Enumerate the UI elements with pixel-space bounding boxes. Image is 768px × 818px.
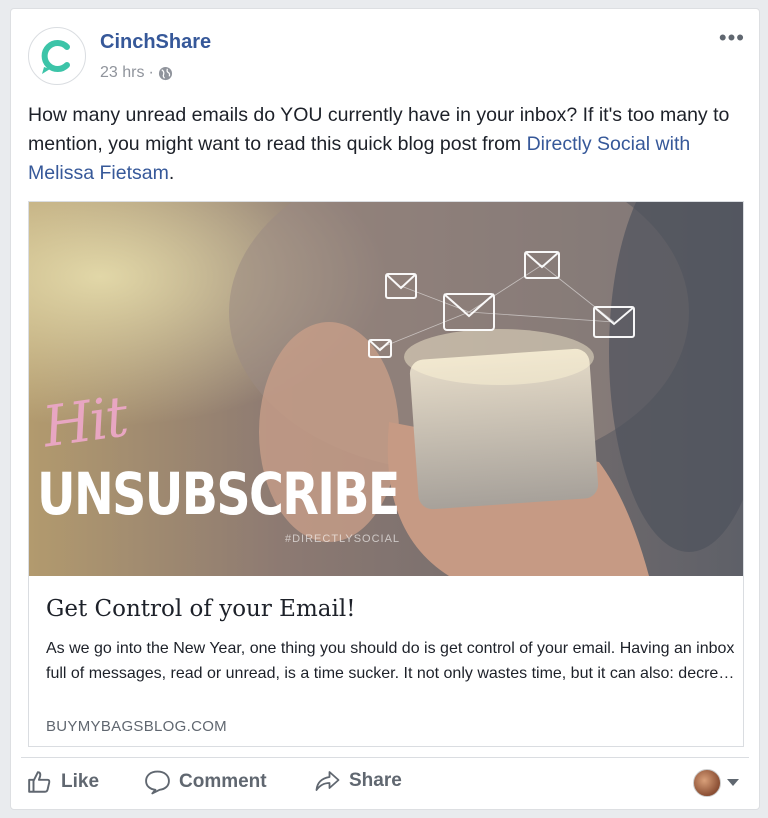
cinchshare-logo-icon [41, 40, 70, 74]
preview-caption[interactable]: Get Control of your Email! As we go into… [29, 576, 743, 746]
globe-icon [158, 66, 172, 80]
action-bar: Like Comment Share [11, 757, 759, 809]
share-button[interactable]: Share [314, 769, 402, 793]
user-avatar [693, 769, 721, 797]
post-meta: 23 hrs · [100, 64, 173, 82]
comment-label: Comment [179, 771, 267, 792]
link-preview[interactable]: Hit UNSUBSCRIBE #DIRECTLYSOCIAL Get Cont… [28, 201, 744, 747]
page-name-link[interactable]: CinchShare [100, 31, 211, 54]
preview-description: As we go into the New Year, one thing yo… [46, 640, 735, 682]
preview-image[interactable]: Hit UNSUBSCRIBE #DIRECTLYSOCIAL [29, 202, 743, 576]
post-text: How many unread emails do YOU currently … [28, 101, 744, 188]
thumbs-up-icon [28, 771, 51, 793]
post-card: CinchShare 23 hrs · ••• How many unread … [10, 8, 760, 810]
hero-hashtag: #DIRECTLYSOCIAL [285, 533, 401, 545]
action-divider [21, 757, 749, 758]
preview-domain: BUYMYBAGSBLOG.COM [46, 718, 227, 735]
meta-separator: · [148, 64, 154, 81]
page-avatar[interactable] [28, 27, 86, 85]
share-arrow-icon [315, 771, 340, 791]
like-label: Like [61, 771, 100, 792]
post-timestamp[interactable]: 23 hrs [100, 64, 144, 82]
share-label: Share [349, 770, 402, 791]
hero-title-text: UNSUBSCRIBE [37, 460, 400, 528]
post-as-selector[interactable] [693, 769, 739, 797]
caret-down-icon [727, 779, 739, 786]
like-button[interactable]: Like [27, 769, 99, 795]
preview-title[interactable]: Get Control of your Email! [46, 596, 355, 622]
post-options-button[interactable]: ••• [719, 27, 745, 49]
post-text-end: . [168, 162, 175, 184]
comment-button[interactable]: Comment [144, 769, 267, 795]
comment-bubble-icon [145, 770, 170, 795]
hero-script-text: Hit [38, 384, 131, 461]
